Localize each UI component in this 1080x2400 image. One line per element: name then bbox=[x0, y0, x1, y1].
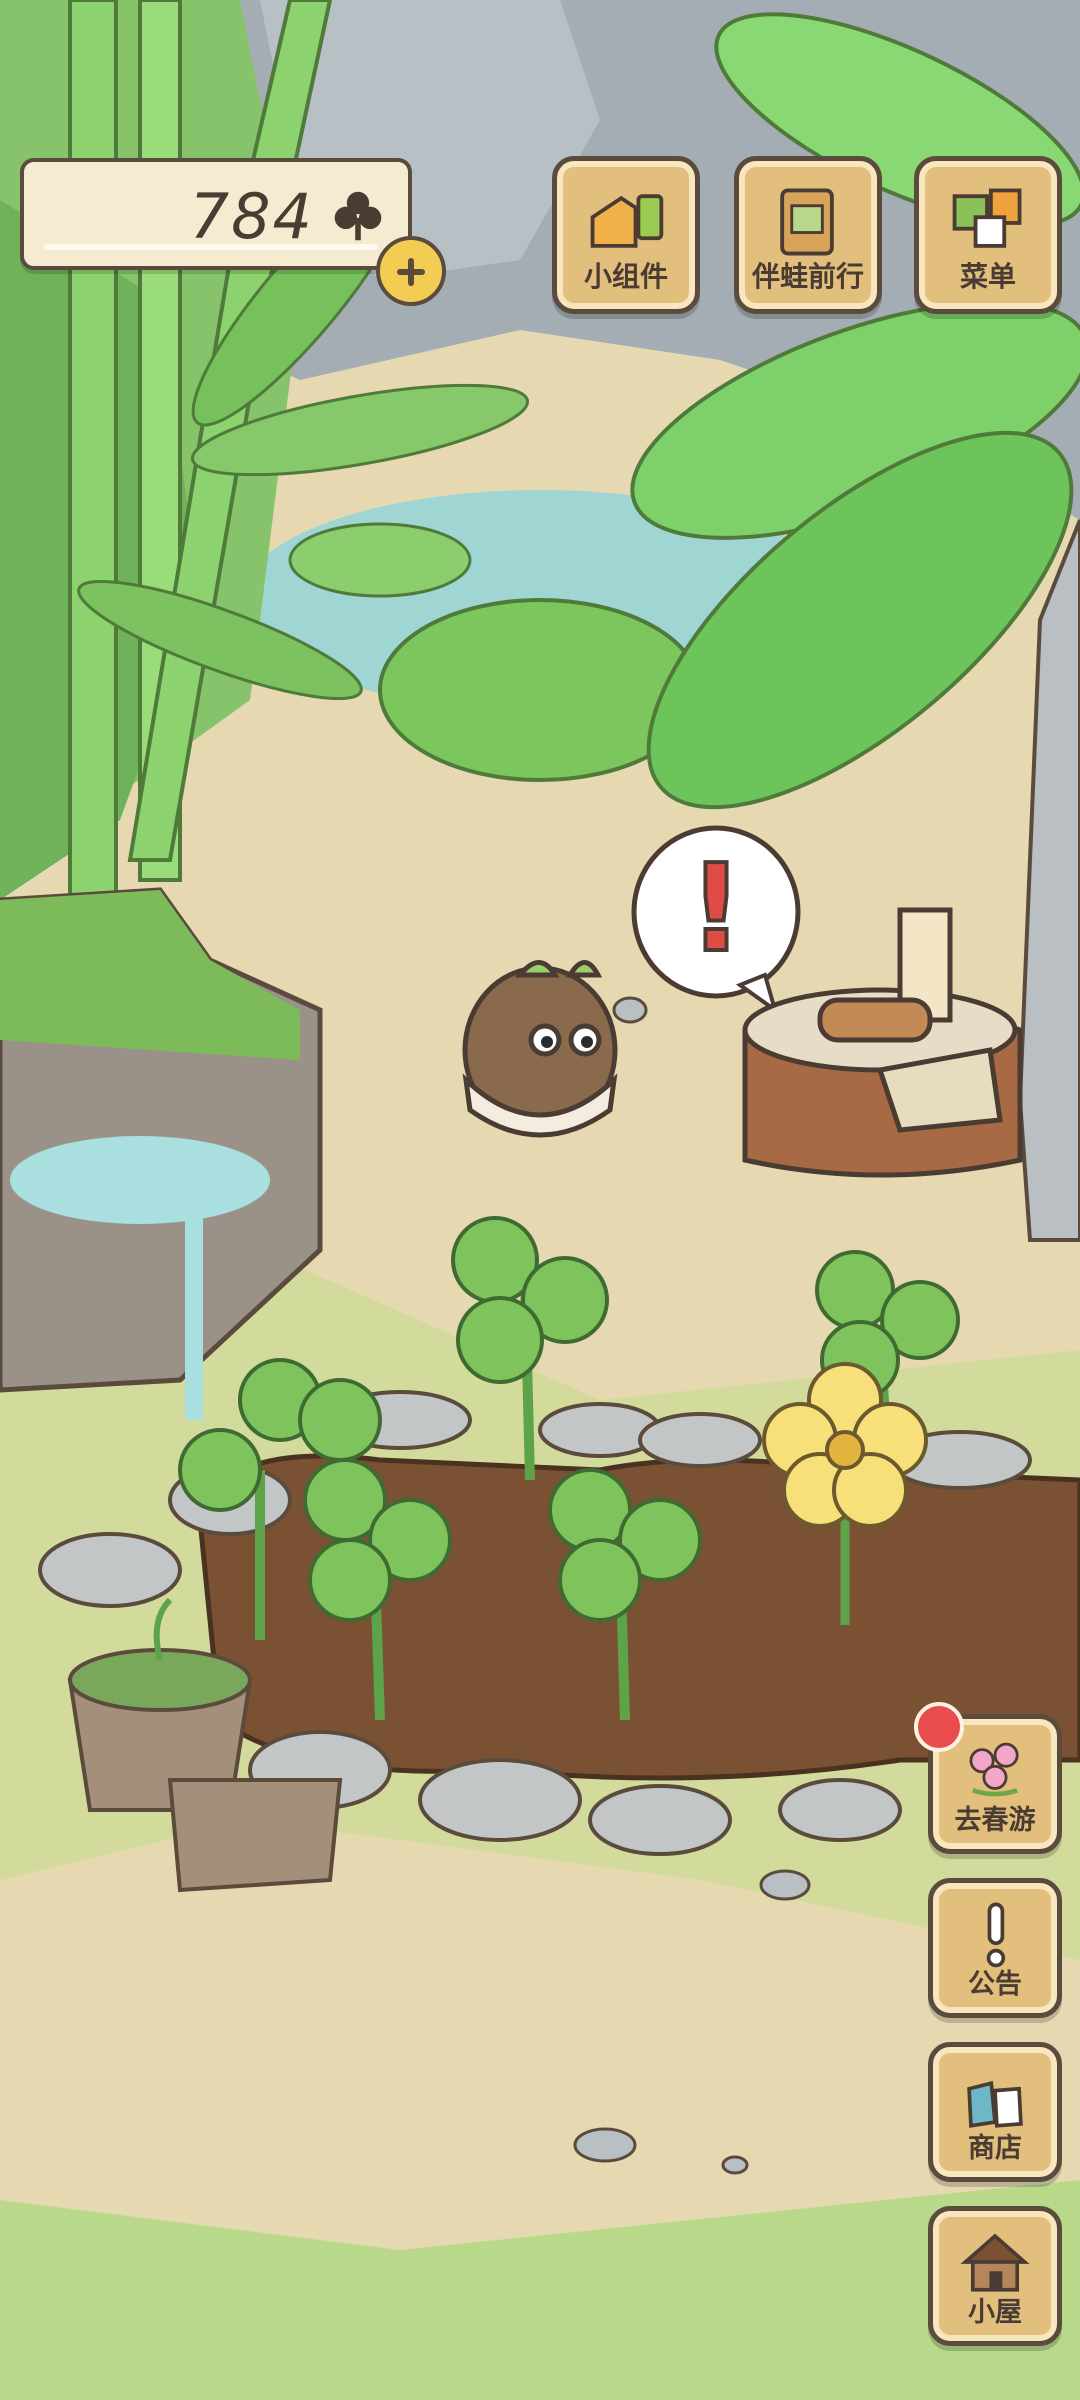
shopping-bag-icon bbox=[967, 2080, 1023, 2128]
clover-icon bbox=[334, 191, 382, 241]
house-button[interactable]: 小屋 bbox=[928, 2206, 1062, 2346]
notice-button[interactable]: 公告 bbox=[928, 1878, 1062, 2018]
house-icon bbox=[960, 2233, 1030, 2292]
house-label: 小屋 bbox=[968, 2297, 1022, 2328]
menu-label: 菜单 bbox=[959, 260, 1016, 293]
book-icon bbox=[780, 188, 834, 256]
menu-button[interactable]: 菜单 bbox=[914, 156, 1062, 314]
spring-trip-label: 去春游 bbox=[954, 1805, 1036, 1836]
counter-underline bbox=[44, 244, 378, 250]
widgets-label: 小组件 bbox=[583, 260, 668, 293]
flowers-icon bbox=[969, 1742, 1019, 1797]
notification-dot bbox=[914, 1702, 964, 1752]
notice-label: 公告 bbox=[968, 1969, 1022, 2000]
travel-label: 伴蛙前行 bbox=[751, 260, 864, 293]
shop-label: 商店 bbox=[968, 2133, 1022, 2164]
garden-scene: ! bbox=[0, 0, 1080, 2400]
menu-cards-icon bbox=[952, 188, 1022, 248]
exclamation-icon bbox=[986, 1902, 1006, 1968]
clover-count: 784 bbox=[189, 180, 314, 253]
widgets-button[interactable]: 小组件 bbox=[552, 156, 700, 314]
frog-character[interactable] bbox=[462, 960, 618, 1138]
shop-button[interactable]: 商店 bbox=[928, 2042, 1062, 2182]
add-clover-button[interactable] bbox=[376, 236, 446, 306]
travel-with-frog-button[interactable]: 伴蛙前行 bbox=[734, 156, 882, 314]
widgets-icon bbox=[590, 194, 664, 248]
clover-counter: 784 bbox=[20, 158, 412, 270]
alert-mark: ! bbox=[689, 840, 744, 979]
